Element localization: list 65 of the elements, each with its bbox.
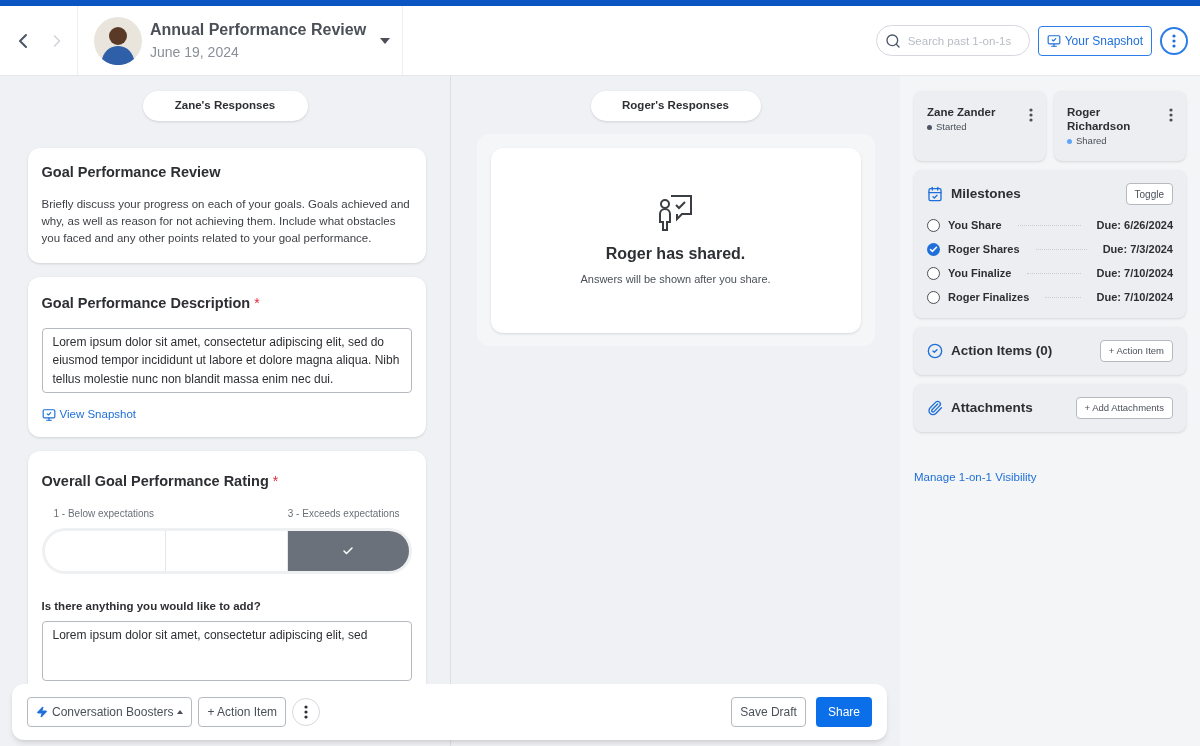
- milestone-label: You Finalize: [948, 265, 1012, 281]
- snapshot-icon: [1046, 33, 1061, 48]
- more-icon: [1172, 33, 1176, 48]
- question-title: Goal Performance Review: [41, 163, 222, 182]
- more-button[interactable]: [1160, 26, 1188, 55]
- check-icon: [342, 545, 355, 557]
- check-icon: [927, 343, 943, 359]
- answer-box[interactable]: Lorem ipsum dolor sit amet, consectetur adipiscing elit, sed do eiusmod tempor incididunt ut labore et dolore magna aliqua. Nibh tellus molestie nunc non blandit massa enim nec dui.: [41, 327, 412, 393]
- snapshot-icon: [41, 407, 56, 422]
- milestone-label: You Share: [948, 217, 1002, 233]
- review-title: Annual Performance Review: [150, 20, 368, 40]
- question-title: Overall Goal Performance Rating: [41, 472, 269, 492]
- message-subtitle: Answers will be shown after you share.: [580, 272, 771, 288]
- search-field[interactable]: Search past 1-on-1s: [875, 25, 1030, 56]
- caret-icon: [177, 710, 184, 714]
- save-draft-button[interactable]: Save Draft: [731, 697, 806, 727]
- add-action-item-button[interactable]: + Action Item: [1099, 340, 1173, 362]
- milestone-due: Due: 6/26/2024: [1096, 217, 1173, 233]
- responses-tab[interactable]: Roger's Responses: [590, 91, 761, 121]
- view-snapshot-link[interactable]: View Snapshot: [41, 406, 136, 424]
- scale-high-label: 3 - Exceeds expectations: [287, 507, 400, 521]
- scale-low-label: 1 - Below expectations: [53, 507, 155, 521]
- action-item-button[interactable]: + Action Item: [198, 697, 287, 727]
- search-icon: [884, 33, 901, 49]
- check-icon: [929, 244, 938, 254]
- snapshot-button[interactable]: Your Snapshot: [1037, 25, 1152, 56]
- question-title: Goal Performance Description: [41, 293, 251, 313]
- milestone-due: Due: 7/10/2024: [1096, 289, 1173, 305]
- participant-name: Roger Richardson: [1067, 105, 1132, 133]
- conversation-boosters-button[interactable]: Conversation Boosters: [27, 697, 193, 727]
- question-label: Is there anything you would like to add?: [41, 599, 262, 614]
- visibility-link[interactable]: Manage 1-on-1 Visibility: [914, 469, 1037, 487]
- paperclip-icon: [927, 400, 943, 416]
- lightning-icon: [36, 706, 48, 718]
- add-attachments-button[interactable]: + Add Attachments: [1075, 397, 1173, 419]
- section-title: Milestones: [951, 184, 1022, 203]
- milestone-label: Roger Shares: [948, 241, 1020, 257]
- milestone-due: Due: 7/3/2024: [1102, 241, 1173, 257]
- milestone-due: Due: 7/10/2024: [1096, 265, 1173, 281]
- section-title: Attachments: [951, 398, 1034, 417]
- required-mark: *: [272, 472, 279, 492]
- milestone-checkbox[interactable]: [927, 218, 940, 232]
- participant-status: Shared: [1076, 134, 1107, 148]
- more-icon: [304, 705, 309, 719]
- milestone-label: Roger Finalizes: [948, 289, 1030, 305]
- question-text: Briefly discuss your progress on each of your goals. Goals achieved and why, as well as reason for not achieving them. Include what obstacles you faced and any other points related to your goal performance.: [41, 196, 411, 246]
- caret-icon[interactable]: [380, 37, 390, 44]
- message-title: Roger has shared.: [605, 244, 746, 265]
- answer-box[interactable]: Lorem ipsum dolor sit amet, consectetur adipiscing elit, sed: [41, 621, 412, 682]
- responses-tab[interactable]: Zane's Responses: [142, 91, 308, 121]
- required-mark: *: [254, 293, 260, 313]
- milestone-checkbox[interactable]: [927, 242, 940, 256]
- share-button[interactable]: Share: [815, 697, 872, 727]
- milestone-checkbox[interactable]: [927, 266, 940, 280]
- participant-name: Zane Zander: [927, 105, 997, 119]
- calendar-icon: [927, 186, 943, 202]
- milestone-checkbox[interactable]: [927, 290, 940, 304]
- review-date: June 19, 2024: [150, 43, 240, 62]
- toggle-button[interactable]: Toggle: [1125, 183, 1173, 205]
- more-icon[interactable]: [1169, 108, 1173, 122]
- rating-option[interactable]: [286, 531, 409, 571]
- participant-status: Started: [936, 120, 967, 134]
- avatar: [94, 16, 142, 65]
- section-title: Action Items (0): [951, 341, 1054, 360]
- more-icon[interactable]: [1029, 108, 1033, 122]
